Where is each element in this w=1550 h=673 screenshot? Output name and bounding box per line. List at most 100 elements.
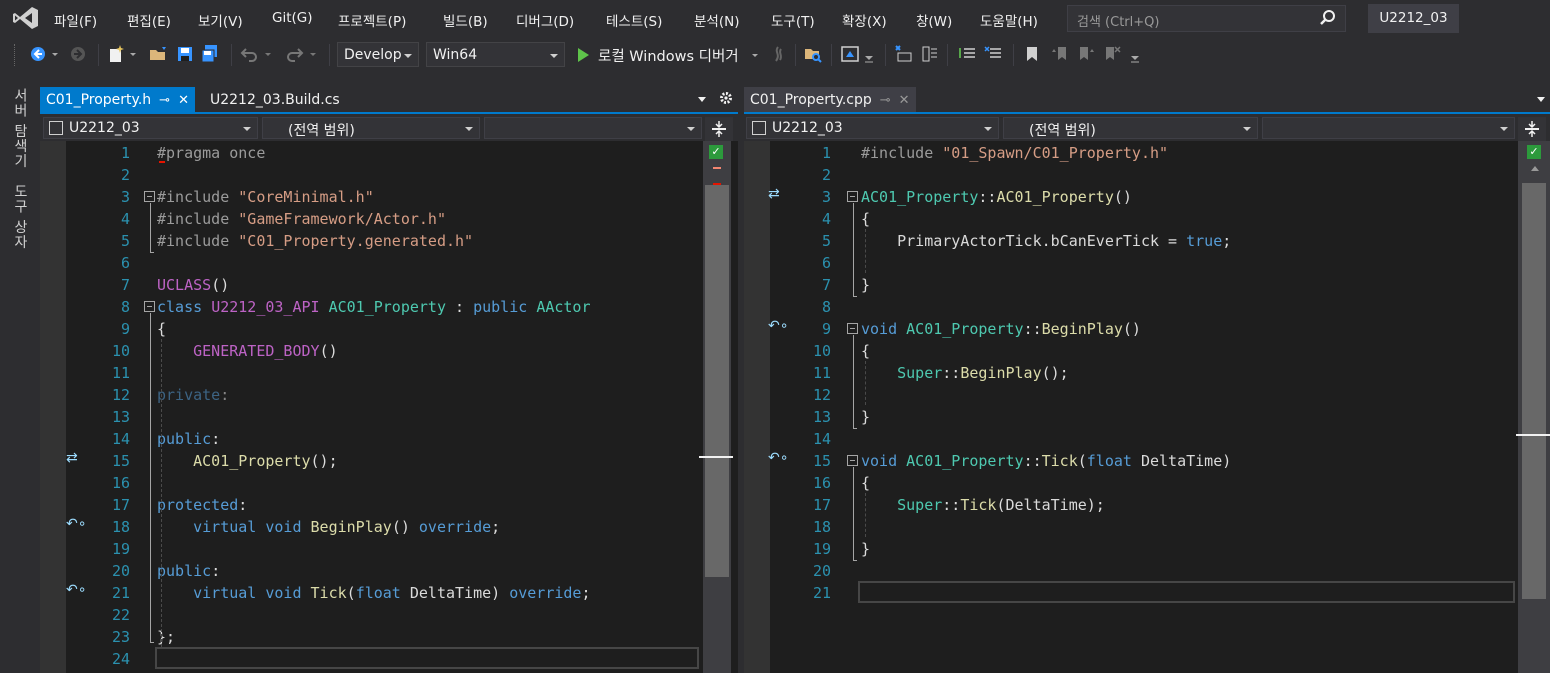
code-line[interactable]: 4{ (744, 208, 1550, 230)
save-icon[interactable] (175, 44, 195, 64)
code-line[interactable]: 12 private: (40, 384, 738, 406)
tab-u2212-03-build-cs[interactable]: U2212_03.Build.cs (204, 87, 346, 113)
code-line[interactable]: 6 (40, 252, 738, 274)
search-input[interactable]: 검색 (Ctrl+Q) (1067, 5, 1346, 32)
menu-view[interactable]: 보기(V) (198, 10, 243, 30)
code-line[interactable]: 11 (40, 362, 738, 384)
open-folder-icon[interactable] (148, 44, 168, 64)
pin-icon[interactable]: ⊸ (159, 88, 170, 114)
solution-platform-dropdown[interactable]: Win64 (426, 42, 565, 67)
code-line[interactable]: 9{ (40, 318, 738, 340)
code-line[interactable]: 18 virtual void BeginPlay() override; (40, 516, 738, 538)
collapse-icon[interactable] (847, 455, 858, 466)
code-line[interactable]: 1 #pragma once (40, 142, 738, 164)
code-line[interactable]: 21 virtual void Tick(float DeltaTime) ov… (40, 582, 738, 604)
go-to-definition-icon[interactable]: ⇄ (66, 450, 78, 466)
close-icon[interactable]: ✕ (899, 88, 910, 114)
chevron-down-icon[interactable] (263, 44, 273, 64)
menu-file[interactable]: 파일(F) (54, 10, 97, 30)
menu-git[interactable]: Git(G) (272, 10, 313, 26)
code-line[interactable]: 19} (744, 538, 1550, 560)
code-line[interactable]: 1 #include "01_Spawn/C01_Property.h" (744, 142, 1550, 164)
scroll-up-arrow[interactable] (1531, 166, 1539, 171)
chevron-down-icon[interactable] (750, 47, 760, 63)
scroll-thumb[interactable] (705, 185, 729, 577)
code-line[interactable]: 13} (744, 406, 1550, 428)
find-in-files-icon[interactable] (803, 44, 823, 64)
menu-analyze[interactable]: 분석(N) (694, 10, 739, 30)
menu-help[interactable]: 도움말(H) (980, 10, 1038, 30)
code-line[interactable]: 13 (40, 406, 738, 428)
toolbar-overflow-icon[interactable] (1128, 44, 1142, 64)
override-icon[interactable]: ↶∘ (768, 318, 789, 334)
chevron-down-icon[interactable] (862, 44, 876, 64)
tab-c01-property-cpp[interactable]: C01_Property.cpp ⊸ ✕ (744, 87, 916, 113)
code-line[interactable]: 23}; (40, 626, 738, 648)
navigate-forward-icon[interactable] (68, 44, 88, 64)
menu-tools[interactable]: 도구(T) (771, 10, 815, 30)
menu-project[interactable]: 프로젝트(P) (338, 10, 406, 30)
tab-c01-property-h[interactable]: C01_Property.h ⊸ ✕ (40, 87, 195, 113)
code-line[interactable]: 22 (40, 604, 738, 626)
vertical-scrollbar[interactable]: ✓ (699, 141, 733, 673)
code-editor[interactable]: 1 #pragma once 2 3 #include "CoreMinimal.h" 4… (40, 141, 738, 673)
code-line[interactable]: 2 (744, 164, 1550, 186)
navigate-back-icon[interactable] (28, 44, 48, 64)
code-line[interactable]: 14 (744, 428, 1550, 450)
solution-name-badge[interactable]: U2212_03 (1368, 4, 1459, 33)
previous-bookmark-icon[interactable] (1050, 44, 1070, 64)
code-line[interactable]: 16 (40, 472, 738, 494)
menu-debug[interactable]: 디버그(D) (516, 10, 574, 30)
project-dropdown[interactable]: U2212_03 (746, 117, 999, 139)
code-line[interactable]: 16 { (744, 472, 1550, 494)
code-line[interactable]: 5 #include "C01_Property.generated.h" (40, 230, 738, 252)
tab-list-dropdown-icon[interactable] (697, 97, 707, 103)
close-icon[interactable]: ✕ (178, 88, 189, 114)
override-icon[interactable]: ↶∘ (66, 582, 87, 598)
collapse-icon[interactable] (144, 301, 155, 312)
code-line[interactable]: 9 void AC01_Property::BeginPlay() (744, 318, 1550, 340)
code-editor[interactable]: 1 #include "01_Spawn/C01_Property.h" 2 3 AC0… (744, 141, 1550, 673)
collapse-icon[interactable] (144, 191, 155, 202)
comment-lines-icon[interactable] (958, 44, 978, 64)
collapse-icon[interactable] (847, 323, 858, 334)
go-to-declaration-icon[interactable]: ⇄ (768, 186, 780, 202)
browser-link-icon[interactable] (840, 44, 860, 64)
tab-list-dropdown-icon[interactable] (1536, 97, 1546, 103)
toolbar-grip[interactable] (14, 44, 16, 66)
clear-bookmarks-icon[interactable] (1102, 44, 1122, 64)
scroll-thumb[interactable] (1522, 183, 1546, 599)
vertical-scrollbar[interactable]: ✓ (1516, 141, 1550, 673)
code-line[interactable]: 7 UCLASS() (40, 274, 738, 296)
chevron-down-icon[interactable] (308, 44, 318, 64)
split-window-button[interactable] (1518, 117, 1546, 141)
tab-toolbox[interactable]: 도구 상자 (10, 184, 30, 249)
override-icon[interactable]: ↶∘ (768, 450, 789, 466)
step-into-specific-icon[interactable] (894, 44, 914, 64)
tab-server-explorer[interactable]: 서버 탐색기 (10, 88, 30, 168)
scope-dropdown[interactable]: (전역 범위) (1003, 117, 1258, 139)
search-icon[interactable] (1319, 9, 1337, 27)
code-line[interactable]: 15 AC01_Property(); (40, 450, 738, 472)
menu-test[interactable]: 테스트(S) (606, 10, 662, 30)
code-line[interactable]: 8 (744, 296, 1550, 318)
code-line[interactable]: 15 void AC01_Property::Tick(float DeltaTi… (744, 450, 1550, 472)
solution-configuration-dropdown[interactable]: Develop (337, 42, 419, 67)
uncomment-lines-icon[interactable] (984, 44, 1004, 64)
code-line[interactable]: 17 protected: (40, 494, 738, 516)
save-all-icon[interactable] (200, 44, 220, 64)
project-dropdown[interactable]: U2212_03 (43, 117, 258, 139)
redo-icon[interactable] (284, 44, 304, 64)
pin-icon[interactable]: ⊸ (880, 88, 891, 114)
code-line[interactable]: 20 (744, 560, 1550, 582)
code-line[interactable]: 20 public: (40, 560, 738, 582)
code-line[interactable]: 3 AC01_Property::AC01_Property() (744, 186, 1550, 208)
menu-window[interactable]: 창(W) (916, 10, 952, 30)
menu-extensions[interactable]: 확장(X) (842, 10, 887, 30)
chevron-down-icon[interactable] (50, 44, 60, 64)
collapse-icon[interactable] (847, 191, 858, 202)
code-line[interactable]: 19 (40, 538, 738, 560)
code-line[interactable]: 10 GENERATED_BODY() (40, 340, 738, 362)
next-bookmark-icon[interactable] (1076, 44, 1096, 64)
chevron-down-icon[interactable] (128, 44, 138, 64)
